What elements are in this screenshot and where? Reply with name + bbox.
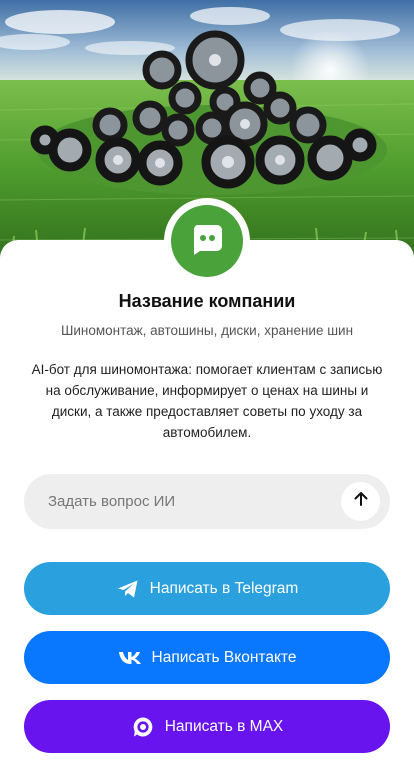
ask-ai-input[interactable] [24,474,348,529]
vk-button[interactable]: Написать Вконтакте [24,631,390,684]
company-subtitle: Шиномонтаж, автошины, диски, хранение ши… [60,323,354,338]
avatar [164,198,250,284]
send-button[interactable] [341,482,380,521]
telegram-icon [116,577,140,601]
telegram-button-label: Написать в Telegram [149,579,299,597]
max-button[interactable]: Написать в MAX [24,700,390,753]
company-name: Название компании [118,291,296,311]
vk-button-label: Написать Вконтакте [151,648,297,666]
arrow-up-icon [352,490,370,513]
chat-bot-icon [190,222,224,261]
telegram-button[interactable]: Написать в Telegram [24,562,390,615]
ask-ai-box [24,474,390,529]
max-icon [131,715,155,739]
avatar-circle [171,205,243,277]
vk-icon [118,646,142,670]
company-description: AI-бот для шиномонтажа: помогает клиента… [31,362,383,440]
max-button-label: Написать в MAX [164,717,284,735]
